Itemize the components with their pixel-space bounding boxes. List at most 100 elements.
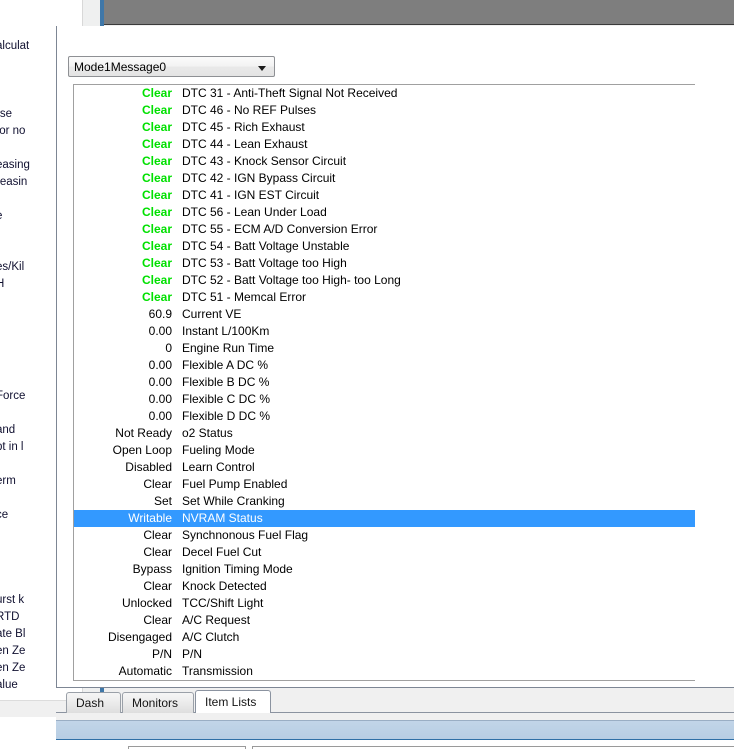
tab-item-lists[interactable]: Item Lists <box>195 690 271 713</box>
list-item-value: 0.00 <box>148 324 172 338</box>
list-item[interactable]: Clear DTC 43 - Knock Sensor Circuit <box>74 153 695 170</box>
list-item[interactable]: Automatic Transmission <box>74 663 695 680</box>
list-item-value: Bypass <box>132 562 172 576</box>
mode-message-select[interactable]: Mode1Message0 <box>68 56 275 77</box>
list-item-label: DTC 45 - Rich Exhaust <box>182 120 305 134</box>
list-item-label: DTC 31 - Anti-Theft Signal Not Received <box>182 86 398 100</box>
item-list[interactable]: Clear DTC 31 - Anti-Theft Signal Not Rece… <box>73 84 695 681</box>
window-titlebar[interactable] <box>104 0 734 25</box>
list-item-value: Set <box>153 494 172 508</box>
background-text-fragment: erm <box>0 475 16 487</box>
list-item[interactable]: P/N P/N <box>74 646 695 663</box>
window-status-bar <box>56 720 734 740</box>
list-item-label: Synchnonous Fuel Flag <box>182 528 309 542</box>
list-item-value: Clear <box>143 477 172 491</box>
list-item[interactable]: Clear DTC 46 - No REF Pulses <box>74 102 695 119</box>
list-item[interactable]: Clear DTC 55 - ECM A/D Conversion Error <box>74 221 695 238</box>
list-item[interactable]: 0.00 Flexible C DC % <box>74 391 695 408</box>
list-item-value: Clear <box>141 273 172 287</box>
list-item-label: Learn Control <box>182 460 255 474</box>
list-item[interactable]: Clear Fuel Pump Enabled <box>74 476 695 493</box>
list-item-value: 60.9 <box>148 307 172 321</box>
list-item-label: DTC 52 - Batt Voltage too High- too Long <box>182 273 401 287</box>
list-item-label: DTC 56 - Lean Under Load <box>182 205 327 219</box>
list-item-label: Flexible B DC % <box>182 375 270 389</box>
list-item[interactable]: 0 Engine Run Time <box>74 340 695 357</box>
list-item[interactable]: Clear DTC 56 - Lean Under Load <box>74 204 695 221</box>
background-text-fragment: alculat <box>0 40 30 52</box>
list-item-value: Disengaged <box>107 630 172 644</box>
background-text-fragment: rse <box>0 108 12 120</box>
list-item[interactable]: Not Ready o2 Status <box>74 425 695 442</box>
list-item[interactable]: Clear DTC 31 - Anti-Theft Signal Not Rece… <box>74 85 695 102</box>
list-item-value: 0.00 <box>148 409 172 423</box>
background-text-fragment: and <box>0 424 16 436</box>
tab-monitors[interactable]: Monitors <box>122 692 194 713</box>
list-item-label: DTC 46 - No REF Pulses <box>182 103 317 117</box>
list-item-label: Flexible A DC % <box>182 358 269 372</box>
list-item[interactable]: Clear Knock Detected <box>74 578 695 595</box>
list-item-label: DTC 41 - IGN EST Circuit <box>182 188 320 202</box>
list-item[interactable]: Set Set While Cranking <box>74 493 695 510</box>
list-item[interactable]: Unlocked TCC/Shift Light <box>74 595 695 612</box>
tab-strip: Dash Monitors Item Lists <box>56 690 734 713</box>
background-text-fragment: RTD <box>0 611 20 623</box>
list-item-value: Clear <box>141 239 172 253</box>
list-item[interactable]: Clear DTC 41 - IGN EST Circuit <box>74 187 695 204</box>
list-item[interactable]: 0.00 Flexible B DC % <box>74 374 695 391</box>
list-item[interactable]: 60.9 Current VE <box>74 306 695 323</box>
list-item[interactable]: Disabled Learn Control <box>74 459 695 476</box>
list-item-value: 0.00 <box>148 358 172 372</box>
list-item-value: Disabled <box>125 460 172 474</box>
background-text-fragment: for no <box>0 125 26 137</box>
background-text-fragment: Force <box>0 390 26 402</box>
list-item-label: DTC 42 - IGN Bypass Circuit <box>182 171 336 185</box>
list-item-value: Not Ready <box>115 426 172 440</box>
list-item[interactable]: 0.00 Flexible A DC % <box>74 357 695 374</box>
background-text-fragment: pt in l <box>0 441 24 453</box>
list-item[interactable]: 0.00 Flexible D DC % <box>74 408 695 425</box>
list-item-label: Ignition Timing Mode <box>182 562 293 576</box>
list-item[interactable]: Clear DTC 51 - Memcal Error <box>74 289 695 306</box>
list-item[interactable]: Clear A/C Request <box>74 612 695 629</box>
list-item[interactable]: Writable NVRAM Status <box>74 510 695 527</box>
list-item-value: Clear <box>141 137 172 151</box>
list-item-value: Clear <box>141 205 172 219</box>
chevron-down-icon[interactable] <box>258 66 266 71</box>
background-text-fragment: reasin <box>0 176 28 188</box>
list-item-label: DTC 51 - Memcal Error <box>182 290 307 304</box>
list-item-value: 0.00 <box>148 375 172 389</box>
list-item[interactable]: Clear Decel Fuel Cut <box>74 544 695 561</box>
list-item-label: Engine Run Time <box>182 341 275 355</box>
list-item[interactable]: Clear DTC 53 - Batt Voltage too High <box>74 255 695 272</box>
list-item-label: Current VE <box>182 307 242 321</box>
list-item-value: Clear <box>141 256 172 270</box>
list-item[interactable]: Clear DTC 45 - Rich Exhaust <box>74 119 695 136</box>
list-item-label: Fueling Mode <box>182 443 255 457</box>
background-text-fragment: ate Bl <box>0 628 26 640</box>
list-item-label: DTC 43 - Knock Sensor Circuit <box>182 154 347 168</box>
mode-message-select-value: Mode1Message0 <box>74 60 167 74</box>
list-item-value: Clear <box>143 528 172 542</box>
background-text-fragment: en Ze <box>0 645 26 657</box>
list-item[interactable]: Bypass Ignition Timing Mode <box>74 561 695 578</box>
list-item[interactable]: Clear Synchnonous Fuel Flag <box>74 527 695 544</box>
list-item[interactable]: Clear DTC 52 - Batt Voltage too High- too… <box>74 272 695 289</box>
list-item[interactable]: 0.00 Instant L/100Km <box>74 323 695 340</box>
window-body: Item Lists Mode1Message0 Clear DTC 31 - A… <box>56 26 734 749</box>
list-item[interactable]: Clear DTC 54 - Batt Voltage Unstable <box>74 238 695 255</box>
list-item-label: DTC 44 - Lean Exhaust <box>182 137 308 151</box>
list-item[interactable]: Clear DTC 44 - Lean Exhaust <box>74 136 695 153</box>
list-item[interactable]: Open Loop Fueling Mode <box>74 442 695 459</box>
list-item[interactable]: Clear DTC 42 - IGN Bypass Circuit <box>74 170 695 187</box>
background-text-fragment: ce <box>0 509 9 521</box>
list-item[interactable]: Disengaged A/C Clutch <box>74 629 695 646</box>
background-text-fragment: es/Kil <box>0 261 25 273</box>
list-item-value: Clear <box>141 120 172 134</box>
list-item-value: P/N <box>151 647 172 661</box>
tab-dash[interactable]: Dash <box>66 692 121 713</box>
list-item-value: Clear <box>143 545 172 559</box>
list-item-label: Transmission <box>182 664 253 678</box>
background-text-fragment: en Ze <box>0 662 26 674</box>
list-item-label: Decel Fuel Cut <box>182 545 262 559</box>
